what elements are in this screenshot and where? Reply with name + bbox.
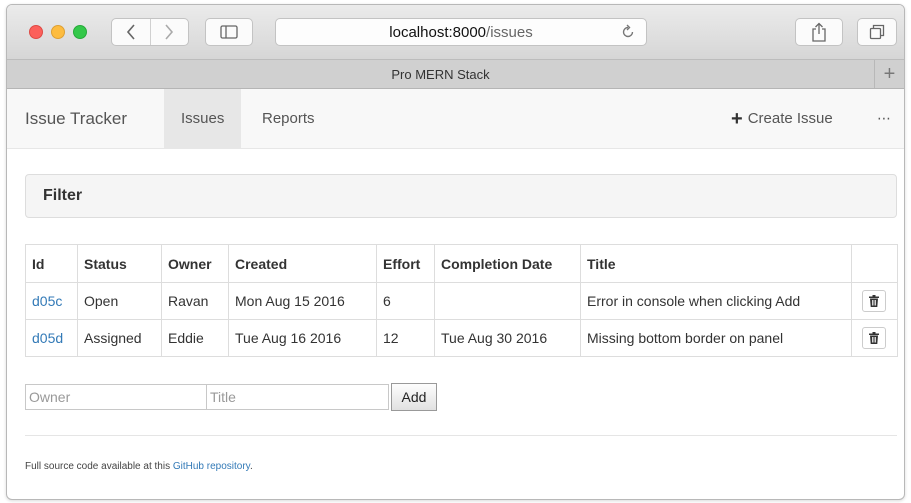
- issue-actions: [851, 282, 898, 320]
- add-issue-form: Add: [25, 383, 437, 411]
- issue-completion-date: Tue Aug 30 2016: [434, 319, 581, 357]
- table-header-row: Id Status Owner Created Effort Completio…: [25, 244, 898, 283]
- back-arrow-icon: [126, 24, 135, 40]
- issues-table: Id Status Owner Created Effort Completio…: [25, 244, 898, 357]
- issue-created: Mon Aug 15 2016: [228, 282, 377, 320]
- plus-icon: +: [731, 108, 743, 130]
- sidebar-toggle-button[interactable]: [205, 18, 253, 46]
- sidebar-icon: [220, 25, 238, 39]
- filter-panel-title[interactable]: Filter: [43, 175, 82, 217]
- issue-effort: 12: [376, 319, 435, 357]
- issue-id-link[interactable]: d05d: [32, 330, 63, 346]
- create-issue-button[interactable]: + Create Issue: [731, 89, 833, 149]
- issue-status: Assigned: [77, 319, 162, 357]
- footer: Full source code available at this GitHu…: [25, 461, 253, 472]
- share-icon: [812, 22, 826, 42]
- brand-title[interactable]: Issue Tracker: [25, 89, 127, 149]
- share-button[interactable]: [795, 18, 843, 46]
- issue-id-cell: d05c: [25, 282, 78, 320]
- delete-issue-button[interactable]: [862, 327, 886, 349]
- issue-effort: 6: [376, 282, 435, 320]
- table-row: d05c Open Ravan Mon Aug 15 2016 6 Error …: [25, 282, 898, 320]
- nav-reports[interactable]: Reports: [245, 89, 332, 149]
- more-menu-button[interactable]: ⋯: [877, 89, 892, 149]
- issue-status: Open: [77, 282, 162, 320]
- issue-title: Missing bottom border on panel: [580, 319, 852, 357]
- owner-input[interactable]: [25, 384, 207, 410]
- forward-button[interactable]: [151, 19, 189, 45]
- url-path: /issues: [486, 23, 533, 41]
- header-id: Id: [25, 244, 78, 283]
- header-effort: Effort: [376, 244, 435, 283]
- delete-issue-button[interactable]: [862, 290, 886, 312]
- new-tab-button[interactable]: +: [874, 60, 904, 88]
- browser-tab[interactable]: Pro MERN Stack: [7, 60, 874, 88]
- footer-suffix: .: [249, 461, 253, 472]
- forward-arrow-icon: [165, 24, 174, 40]
- address-bar[interactable]: localhost:8000/issues: [275, 18, 647, 46]
- issue-created: Tue Aug 16 2016: [228, 319, 377, 357]
- issue-completion-date: [434, 282, 581, 320]
- reload-icon[interactable]: [620, 24, 636, 40]
- header-created: Created: [228, 244, 377, 283]
- history-nav-group: [111, 18, 189, 46]
- tab-strip: Pro MERN Stack +: [7, 59, 904, 89]
- create-issue-label: Create Issue: [747, 110, 833, 127]
- tabs-icon: [869, 24, 885, 40]
- issue-title: Error in console when clicking Add: [580, 282, 852, 320]
- header-owner: Owner: [161, 244, 229, 283]
- issue-id-link[interactable]: d05c: [32, 293, 62, 309]
- minimize-window-button[interactable]: [51, 25, 65, 39]
- browser-window: localhost:8000/issues Pro MERN Stack + I…: [6, 4, 905, 500]
- app-navbar: Issue Tracker Issues Reports + Create Is…: [7, 89, 904, 149]
- issue-id-cell: d05d: [25, 319, 78, 357]
- table-row: d05d Assigned Eddie Tue Aug 16 2016 12 T…: [25, 319, 898, 357]
- add-button[interactable]: Add: [391, 383, 437, 411]
- nav-issues[interactable]: Issues: [164, 89, 242, 149]
- issue-owner: Eddie: [161, 319, 229, 357]
- show-tabs-button[interactable]: [857, 18, 897, 46]
- footer-text: Full source code available at this: [25, 461, 173, 472]
- url-host: localhost:8000: [389, 23, 487, 41]
- browser-toolbar: localhost:8000/issues: [7, 5, 904, 59]
- header-title: Title: [580, 244, 852, 283]
- filter-panel[interactable]: Filter: [25, 174, 897, 218]
- trash-icon: [869, 295, 879, 307]
- close-window-button[interactable]: [29, 25, 43, 39]
- header-completion-date: Completion Date: [434, 244, 581, 283]
- back-button[interactable]: [112, 19, 151, 45]
- trash-icon: [869, 332, 879, 344]
- footer-divider: [25, 435, 897, 436]
- header-status: Status: [77, 244, 162, 283]
- github-repository-link[interactable]: GitHub repository: [173, 461, 250, 472]
- title-input[interactable]: [207, 384, 389, 410]
- issue-owner: Ravan: [161, 282, 229, 320]
- header-actions: [851, 244, 898, 283]
- issue-actions: [851, 319, 898, 357]
- zoom-window-button[interactable]: [73, 25, 87, 39]
